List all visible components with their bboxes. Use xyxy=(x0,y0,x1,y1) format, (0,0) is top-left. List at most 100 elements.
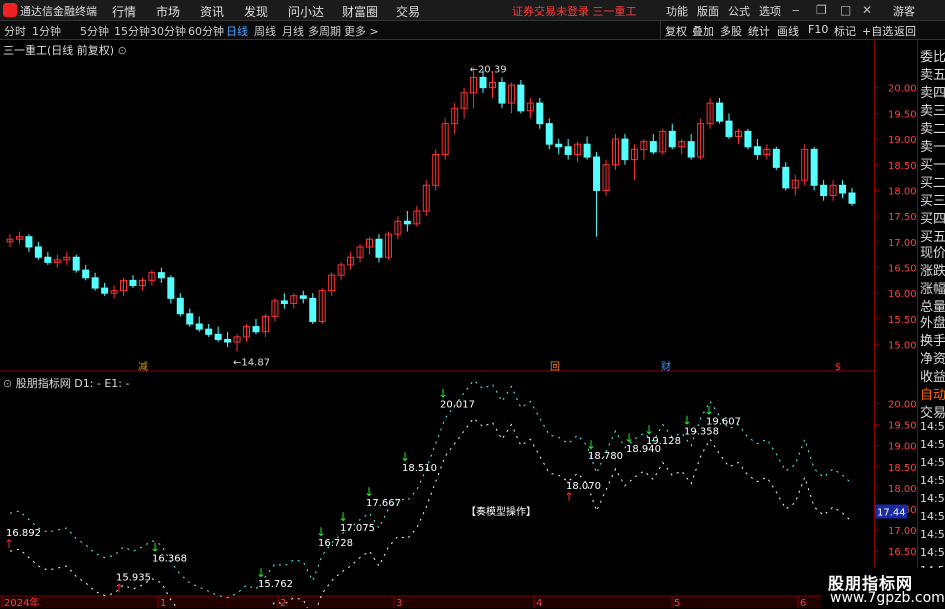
tf-weekly[interactable]: 周线 xyxy=(254,23,276,39)
tf-intraday[interactable]: 分时 xyxy=(4,23,26,39)
candle xyxy=(214,326,222,343)
menu-layout[interactable]: 版面 xyxy=(697,3,719,19)
candle xyxy=(375,234,383,263)
candle xyxy=(621,133,629,165)
sidebar-item[interactable]: 14:56 xyxy=(920,510,945,523)
sidebar-item[interactable]: 外盘 xyxy=(920,312,945,331)
tool-adjust[interactable]: 复权 xyxy=(665,23,687,39)
login-alert[interactable]: 证券交易未登录 三一重工 xyxy=(512,3,637,19)
sidebar-item[interactable]: 卖二 xyxy=(920,118,945,137)
sidebar-item[interactable]: 14:56 xyxy=(920,546,945,559)
tf-30min[interactable]: 30分钟 xyxy=(150,23,186,39)
tool-overlay[interactable]: 叠加 xyxy=(692,23,714,39)
sidebar-item[interactable]: 收益 xyxy=(920,366,945,385)
menu-formula[interactable]: 公式 xyxy=(728,3,750,19)
menu-discover[interactable]: 发现 xyxy=(244,3,268,20)
close-icon[interactable]: ✕ xyxy=(862,3,872,17)
sidebar-item[interactable]: 14:56 xyxy=(920,420,945,433)
menu-news[interactable]: 资讯 xyxy=(200,3,224,20)
sidebar-item[interactable]: 14:56 xyxy=(920,438,945,451)
tf-5min[interactable]: 5分钟 xyxy=(80,23,109,39)
sidebar-item[interactable]: 卖一 xyxy=(920,136,945,155)
price-chart[interactable]: ←20.39←14.87减回财 $↑16.892↑15.935↓16.368↓15… xyxy=(0,40,875,608)
sidebar-item[interactable]: 现价 xyxy=(920,242,945,261)
candle xyxy=(233,334,241,352)
sidebar-item[interactable]: 交易 xyxy=(920,402,945,421)
tool-f10[interactable]: F10 xyxy=(808,23,828,36)
menu-markets[interactable]: 市场 xyxy=(156,3,180,20)
menu-options[interactable]: 选项 xyxy=(759,3,781,19)
tool-stats[interactable]: 统计 xyxy=(748,23,770,39)
sell-signal: ↓15.762 xyxy=(256,566,293,590)
sidebar-item[interactable]: 涨跌 xyxy=(920,260,945,279)
tf-more[interactable]: 更多 > xyxy=(344,23,379,39)
tf-monthly[interactable]: 月线 xyxy=(282,23,304,39)
sidebar-item[interactable]: 14:56 xyxy=(920,492,945,505)
svg-text:18.070: 18.070 xyxy=(566,481,601,492)
tool-add-watch[interactable]: +自选 xyxy=(862,23,893,39)
sidebar-item[interactable]: 买四 xyxy=(920,208,945,227)
svg-text:17.667: 17.667 xyxy=(366,498,401,509)
sell-signal: ↓17.075 xyxy=(338,510,375,534)
tool-multi-stock[interactable]: 多股 xyxy=(720,23,742,39)
candle xyxy=(186,308,194,327)
candle xyxy=(271,298,279,322)
sidebar-item[interactable]: 净资 xyxy=(920,348,945,367)
restore-icon[interactable]: ❐ xyxy=(816,3,827,17)
tf-multi[interactable]: 多周期 xyxy=(308,23,341,39)
tool-draw[interactable]: 画线 xyxy=(777,23,799,39)
maximize-icon[interactable]: □ xyxy=(840,3,851,17)
svg-text:↑: ↑ xyxy=(564,490,574,504)
svg-text:18.780: 18.780 xyxy=(588,451,623,462)
app-title: 通达信金融终端 xyxy=(20,5,97,18)
tf-15min[interactable]: 15分钟 xyxy=(114,23,150,39)
sidebar-item[interactable]: 买二 xyxy=(920,172,945,191)
sidebar-item[interactable]: 卖五 xyxy=(920,64,945,83)
indicator-tick: 17.00 xyxy=(888,526,917,537)
sidebar-item[interactable]: 14:56 xyxy=(920,456,945,469)
minimize-icon[interactable]: ‒ xyxy=(792,3,800,17)
price-tick: 16.50 xyxy=(888,264,917,275)
candle xyxy=(403,211,411,232)
indicator-tick: 18.00 xyxy=(888,484,917,495)
price-tick: 16.00 xyxy=(888,289,917,300)
sidebar-item[interactable]: 买一 xyxy=(920,154,945,173)
menu-ask[interactable]: 问小达 xyxy=(288,3,324,20)
sidebar-item[interactable]: 14:56 xyxy=(920,474,945,487)
sidebar-item[interactable]: 买三 xyxy=(920,190,945,209)
candle xyxy=(347,252,355,271)
candle xyxy=(820,180,828,201)
sidebar-item[interactable]: 委比 xyxy=(920,46,945,65)
guest-label[interactable]: 游客 xyxy=(893,3,915,19)
panel-settings-icon[interactable]: ⊙ xyxy=(118,44,127,57)
candle xyxy=(394,216,402,240)
low-label: ←14.87 xyxy=(233,357,270,368)
candle xyxy=(640,139,648,160)
candle xyxy=(725,113,733,140)
tf-1min[interactable]: 1分钟 xyxy=(32,23,61,39)
candle xyxy=(432,149,440,191)
menu-wealth[interactable]: 财富圈 xyxy=(342,3,378,20)
menu-trade[interactable]: 交易 xyxy=(396,3,420,20)
sidebar-item[interactable]: 自动 xyxy=(920,384,945,403)
sidebar-item[interactable]: 涨幅 xyxy=(920,278,945,297)
toolbar-divider xyxy=(660,21,661,39)
svg-text:19.607: 19.607 xyxy=(706,416,741,427)
candle xyxy=(526,97,534,119)
tool-back[interactable]: 返回 xyxy=(894,23,916,39)
menu-market[interactable]: 行情 xyxy=(112,3,136,20)
tf-daily[interactable]: 日线 xyxy=(226,23,248,39)
tf-60min[interactable]: 60分钟 xyxy=(188,23,224,39)
sidebar-item[interactable]: 14:56 xyxy=(920,528,945,541)
candle xyxy=(72,254,80,273)
indicator-settings-icon[interactable]: ⊙ xyxy=(3,377,12,390)
candle xyxy=(753,139,761,160)
menu-function[interactable]: 功能 xyxy=(666,3,688,19)
candle xyxy=(574,141,582,163)
candle xyxy=(498,77,506,109)
sidebar-item[interactable]: 换手 xyxy=(920,330,945,349)
buy-signal: ↑18.070 xyxy=(564,481,601,504)
tool-mark[interactable]: 标记 xyxy=(834,23,856,39)
sidebar-item[interactable]: 卖四 xyxy=(920,82,945,101)
sidebar-item[interactable]: 卖三 xyxy=(920,100,945,119)
